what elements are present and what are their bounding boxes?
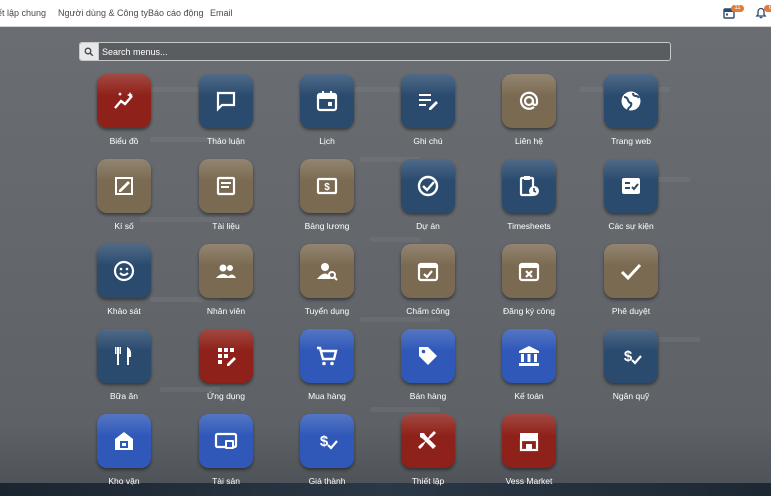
menu-email[interactable]: Email [210,8,233,18]
app-label: Trang web [611,136,651,146]
app-tile-25[interactable]: Kho vận [74,414,174,494]
app-tile-29[interactable]: Vess Market [479,414,579,494]
cart-icon [300,329,354,383]
chat-icon [199,74,253,128]
event-check-icon [604,159,658,213]
checkmark-icon [604,244,658,298]
app-tile-22[interactable]: Bán hàng [378,329,478,409]
app-tile-20[interactable]: Ứng dụng [176,329,276,409]
app-label: Biểu đồ [109,136,139,146]
app-tile-3[interactable]: Lịch [277,74,377,154]
smile-icon [97,244,151,298]
app-tile-23[interactable]: Kế toán [479,329,579,409]
menu-users-companies[interactable]: Người dùng & Công ty [58,8,148,18]
search-input[interactable] [102,43,662,60]
app-tile-11[interactable]: Timesheets [479,159,579,239]
tag-icon [401,329,455,383]
app-tile-7[interactable]: Kí số [74,159,174,239]
top-navbar: ết lập chung Người dùng & Công ty Báo cá… [0,0,771,27]
app-label: Ghi chú [413,136,443,146]
app-label: Kí số [114,221,134,231]
search-icon[interactable] [80,43,99,60]
cost-icon [300,414,354,468]
app-label: Vess Market [505,476,553,486]
calendar-badge: 11 [731,5,744,12]
app-label: Tài sản [212,476,240,486]
app-label: Liên hệ [515,136,543,146]
app-tile-27[interactable]: Giá thành [277,414,377,494]
app-label: Bảng lương [304,221,350,231]
app-label: Tuyển dụng [304,306,350,316]
menu-general-settings[interactable]: ết lập chung [0,8,46,18]
store-icon [502,414,556,468]
app-label: Bán hàng [409,391,447,401]
app-label: Kho vận [108,476,140,486]
person-search-icon [300,244,354,298]
app-tile-9[interactable]: Bảng lương [277,159,377,239]
app-label: Các sự kiện [608,221,654,231]
app-tile-8[interactable]: Tài liệu [176,159,276,239]
at-icon [502,74,556,128]
app-tile-10[interactable]: Dự án [378,159,478,239]
payslip-icon [300,159,354,213]
calendar-icon [300,74,354,128]
app-label: Timesheets [507,221,551,231]
app-label: Thiết lập [411,476,445,486]
app-label: Giá thành [308,476,346,486]
app-tile-21[interactable]: Mua hàng [277,329,377,409]
app-label: Ngân quỹ [612,391,650,401]
calendar-check-icon [401,244,455,298]
calendar-x-icon [502,244,556,298]
app-label: Thảo luận [207,136,245,146]
app-label: Đăng ký công [503,306,555,316]
chart-icon [97,74,151,128]
app-label: Dự án [416,221,440,231]
signature-icon [97,159,151,213]
app-tile-24[interactable]: Ngân quỹ [581,329,681,409]
bell-badge: 6 [764,5,771,12]
app-tile-18[interactable]: Phê duyệt [581,244,681,324]
tools-icon [401,414,455,468]
app-tile-6[interactable]: Trang web [581,74,681,154]
app-tile-14[interactable]: Nhân viên [176,244,276,324]
app-label: Nhân viên [206,306,246,316]
app-label: Chấm công [406,306,450,316]
app-tile-28[interactable]: Thiết lập [378,414,478,494]
app-label: Lịch [319,136,335,146]
check-circle-icon [401,159,455,213]
people-icon [199,244,253,298]
app-tile-5[interactable]: Liên hệ [479,74,579,154]
utensils-icon [97,329,151,383]
menu-dynamic-reports[interactable]: Báo cáo động [148,8,204,18]
clipboard-clock-icon [502,159,556,213]
calendar-icon[interactable]: 11 [723,5,744,20]
app-label: Tài liệu [212,221,240,231]
app-tile-4[interactable]: Ghi chú [378,74,478,154]
bell-icon[interactable]: 6 [755,5,771,20]
assets-icon [199,414,253,468]
app-tile-2[interactable]: Thảo luận [176,74,276,154]
note-icon [401,74,455,128]
app-label: Kế toán [514,391,544,401]
app-label: Bữa ăn [110,391,138,401]
app-label: Phê duyệt [611,306,651,316]
money-check-icon [604,329,658,383]
app-tile-15[interactable]: Tuyển dụng [277,244,377,324]
app-label: Ứng dụng [207,391,245,401]
app-grid-icon [199,329,253,383]
app-tile-26[interactable]: Tài sản [176,414,276,494]
app-tile-13[interactable]: Khảo sát [74,244,174,324]
app-label: Mua hàng [308,391,346,401]
bank-icon [502,329,556,383]
app-tile-19[interactable]: Bữa ăn [74,329,174,409]
warehouse-icon [97,414,151,468]
app-tile-17[interactable]: Đăng ký công [479,244,579,324]
app-tile-12[interactable]: Các sự kiện [581,159,681,239]
document-icon [199,159,253,213]
search-bar [79,42,671,61]
globe-icon [604,74,658,128]
app-label: Khảo sát [107,306,141,316]
app-tile-16[interactable]: Chấm công [378,244,478,324]
app-tile-1[interactable]: Biểu đồ [74,74,174,154]
